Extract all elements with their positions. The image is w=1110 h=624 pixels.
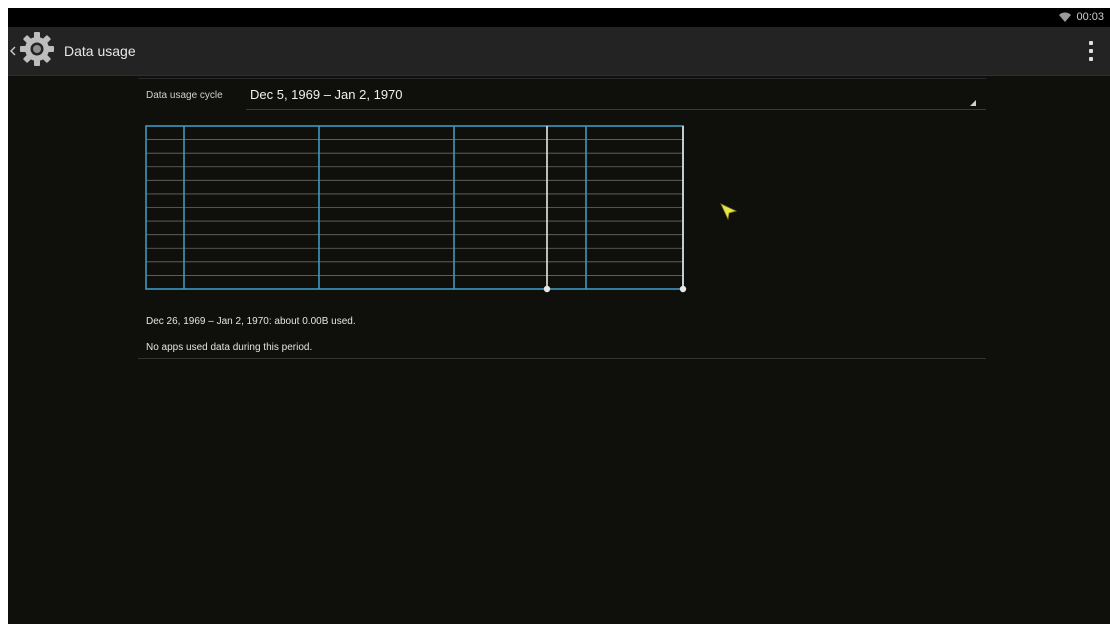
cycle-label: Data usage cycle	[146, 90, 223, 101]
data-usage-chart[interactable]	[138, 118, 698, 298]
data-usage-cycle-row: Data usage cycle Dec 5, 1969 – Jan 2, 19…	[138, 78, 986, 110]
divider	[138, 358, 986, 359]
wifi-icon	[1059, 12, 1072, 22]
spinner-dropdown-icon	[970, 100, 976, 106]
mouse-pointer-icon	[720, 203, 738, 226]
usage-chart-svg	[145, 125, 687, 293]
status-bar: 00:03	[8, 8, 1110, 27]
up-navigation-button[interactable]: Data usage	[8, 27, 136, 75]
android-screen: 00:03 Data usage Data usage cycle Dec 5,…	[8, 8, 1110, 624]
settings-gear-icon	[18, 30, 56, 73]
status-right: 00:03	[1059, 11, 1104, 23]
action-bar-title: Data usage	[64, 43, 136, 59]
no-apps-message: No apps used data during this period.	[146, 342, 313, 353]
usage-summary: Dec 26, 1969 – Jan 2, 1970: about 0.00B …	[146, 316, 356, 327]
chart-range-handle-knob-start[interactable]	[543, 285, 551, 293]
chart-range-handle-knob-end[interactable]	[679, 285, 687, 293]
clock: 00:03	[1076, 11, 1104, 23]
cycle-value: Dec 5, 1969 – Jan 2, 1970	[250, 87, 403, 102]
overflow-menu-icon[interactable]	[1086, 41, 1096, 61]
action-bar: Data usage	[8, 27, 1110, 76]
cycle-spinner[interactable]: Dec 5, 1969 – Jan 2, 1970	[246, 79, 986, 110]
back-chevron-icon	[8, 46, 18, 56]
